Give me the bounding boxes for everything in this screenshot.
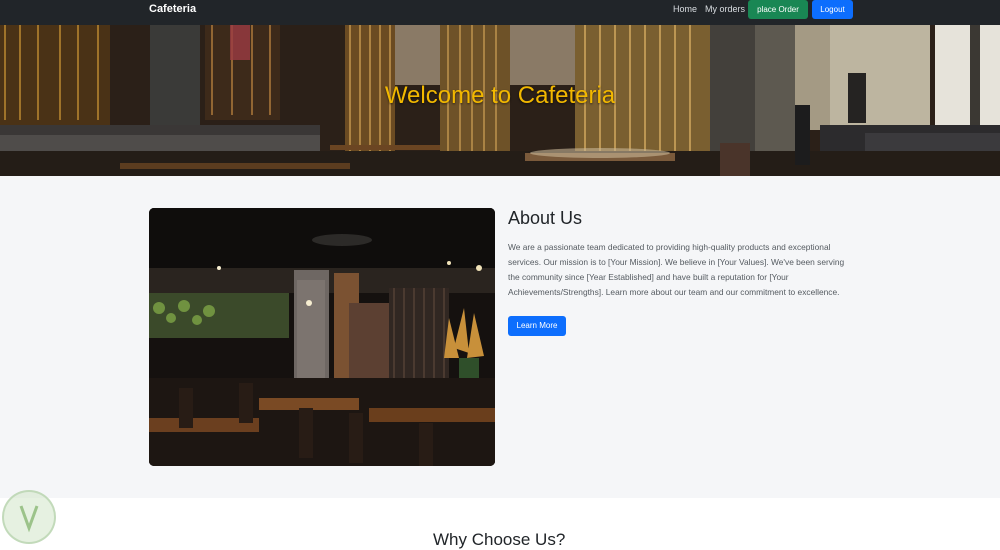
- watermark-badge: [2, 490, 56, 544]
- brand-logo-text[interactable]: Cafeteria: [149, 3, 196, 15]
- about-heading: About Us: [508, 208, 583, 228]
- leaf-logo-icon: [19, 505, 39, 533]
- why-heading: Why Choose Us?: [433, 530, 566, 549]
- hero-banner: Welcome to Cafeteria: [0, 25, 1000, 176]
- about-section: About Us We are a passionate team dedica…: [0, 176, 1000, 498]
- hero-title: Welcome to Cafeteria: [384, 82, 616, 109]
- logout-button[interactable]: Logout: [812, 0, 853, 19]
- nav-link-home[interactable]: Home: [673, 4, 697, 14]
- restaurant-photo: [149, 208, 495, 466]
- top-navbar: Cafeteria Home My orders place Order Log…: [0, 0, 1000, 25]
- why-section: Why Choose Us?: [0, 498, 1000, 549]
- learn-more-button[interactable]: Learn More: [508, 316, 566, 336]
- place-order-button[interactable]: place Order: [748, 0, 808, 19]
- about-description: We are a passionate team dedicated to pr…: [508, 242, 845, 297]
- nav-link-my-orders[interactable]: My orders: [705, 4, 745, 14]
- restaurant-dining-image: [149, 208, 495, 466]
